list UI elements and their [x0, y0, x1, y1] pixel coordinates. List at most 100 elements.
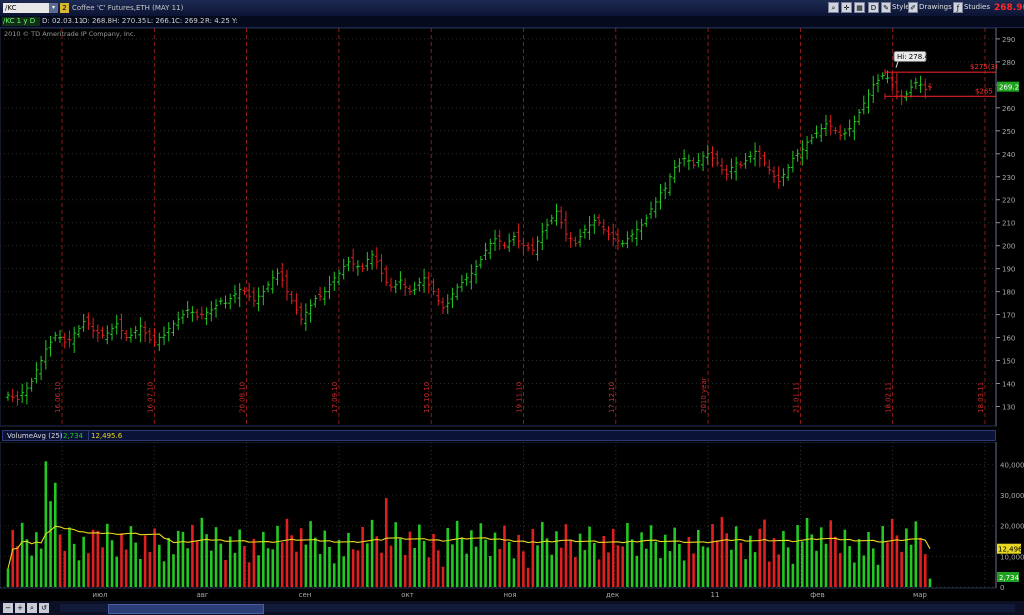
volume-bar	[153, 528, 156, 587]
price-candle	[10, 388, 15, 403]
symbol-dropdown-icon[interactable]: ▾	[49, 3, 58, 13]
volume-bar	[252, 538, 256, 587]
drawings-icon[interactable]: ✐	[908, 2, 918, 13]
volume-bar	[276, 525, 279, 587]
volume-bar	[791, 563, 795, 587]
volume-tick-label: 20,000	[1000, 523, 1024, 531]
volume-bar	[172, 554, 175, 587]
volume-bar	[238, 529, 241, 587]
volume-bar	[299, 528, 303, 587]
volume-bar	[351, 549, 355, 587]
price-candle	[195, 308, 200, 321]
price-candle	[686, 154, 691, 171]
price-candle	[724, 165, 729, 181]
date-line-label: 18.03.11	[977, 382, 985, 413]
price-candle	[559, 206, 564, 229]
hi-label-pointer	[895, 61, 899, 68]
volume-bar	[446, 527, 450, 587]
volume-bar	[441, 566, 445, 587]
price-candle	[554, 203, 559, 226]
price-candle	[653, 197, 658, 218]
volume-bar	[928, 578, 932, 587]
price-chart[interactable]: 130 140 150 160 170 180 190 200 210 220 230 240 250 2…	[0, 28, 1024, 428]
volume-bar	[616, 545, 620, 587]
volume-bar	[6, 568, 10, 587]
volume-bar	[77, 560, 81, 587]
volume-bar	[796, 525, 799, 587]
price-candle	[757, 145, 762, 168]
month-label: авг	[196, 591, 208, 599]
price-tick-label: 160	[1002, 335, 1015, 343]
price-candle	[795, 148, 800, 162]
price-candle	[39, 355, 44, 381]
price-candle	[767, 159, 772, 175]
month-label: 11	[711, 591, 720, 599]
price-candle	[507, 233, 512, 252]
volume-bar	[181, 531, 185, 587]
volume-bar	[810, 534, 814, 587]
volume-bar	[53, 482, 57, 587]
price-candle	[303, 303, 308, 331]
crosshair-icon[interactable]: ✛	[841, 2, 852, 13]
price-candle	[294, 293, 299, 315]
volume-tick-label: 30,000	[1000, 492, 1024, 500]
price-candle	[880, 72, 885, 80]
reset-icon[interactable]: ↺	[39, 603, 49, 613]
price-candle	[592, 214, 597, 234]
volume-chart[interactable]: 0 10,000 20,000 30,000 40,000 12,496 2,734 июл а…	[0, 442, 1024, 600]
studies-icon[interactable]: ƒ	[953, 2, 963, 13]
volume-bar	[167, 537, 171, 587]
price-candle	[748, 151, 753, 163]
volume-bar	[763, 519, 766, 587]
style-icon[interactable]: ✎	[881, 2, 891, 13]
zoom-icon[interactable]: ⌕	[828, 2, 839, 13]
price-candle	[474, 260, 479, 284]
price-candle	[67, 330, 72, 348]
volume-bar	[706, 547, 710, 587]
link-group-button[interactable]: 2	[60, 3, 69, 13]
price-candle	[336, 269, 341, 286]
volume-bar	[455, 520, 459, 587]
price-candle	[535, 236, 540, 261]
bottom-navigation-bar: − + ⌕ ↺	[0, 601, 1024, 615]
symbol-input[interactable]: /KC	[3, 3, 49, 13]
price-candle	[771, 166, 776, 183]
price-candle	[242, 287, 247, 296]
volume-bar	[474, 546, 478, 587]
volume-bar	[394, 522, 398, 587]
volume-study-label[interactable]: VolumeAvg (25)	[7, 432, 63, 440]
volume-bar	[58, 534, 62, 587]
magnify-icon[interactable]: ⌕	[27, 603, 37, 613]
volume-bar	[881, 526, 885, 587]
studies-button[interactable]: Studies	[964, 3, 990, 11]
price-candle	[247, 282, 252, 302]
grid-icon[interactable]: ▦	[854, 2, 865, 13]
volume-bar	[332, 563, 336, 587]
volume-bar	[314, 537, 317, 587]
volume-bar	[115, 556, 119, 587]
volume-bar	[569, 540, 572, 587]
timeframe-button[interactable]: D	[868, 2, 879, 13]
zoom-out-icon[interactable]: −	[3, 603, 13, 613]
price-candle	[857, 108, 862, 126]
price-tick-label: 220	[1002, 197, 1015, 205]
volume-bar	[744, 559, 747, 587]
price-candle	[852, 115, 857, 141]
volume-bar	[749, 535, 752, 587]
time-scrollbar-thumb[interactable]	[108, 604, 264, 614]
volume-bar	[418, 524, 421, 587]
volume-bar	[262, 531, 265, 587]
price-candle	[805, 136, 810, 160]
volume-bar	[247, 562, 251, 587]
volume-bar	[148, 551, 152, 587]
price-candle	[422, 268, 427, 293]
drawings-button[interactable]: Drawings	[919, 3, 952, 11]
volume-bar	[838, 553, 842, 587]
price-candle	[48, 335, 53, 357]
zoom-in-icon[interactable]: +	[15, 603, 25, 613]
volume-bar	[110, 540, 114, 587]
price-candle	[110, 323, 115, 341]
style-button[interactable]: Style	[892, 3, 910, 11]
price-candle	[696, 153, 701, 168]
quote-high: H: 270.35	[112, 17, 147, 25]
